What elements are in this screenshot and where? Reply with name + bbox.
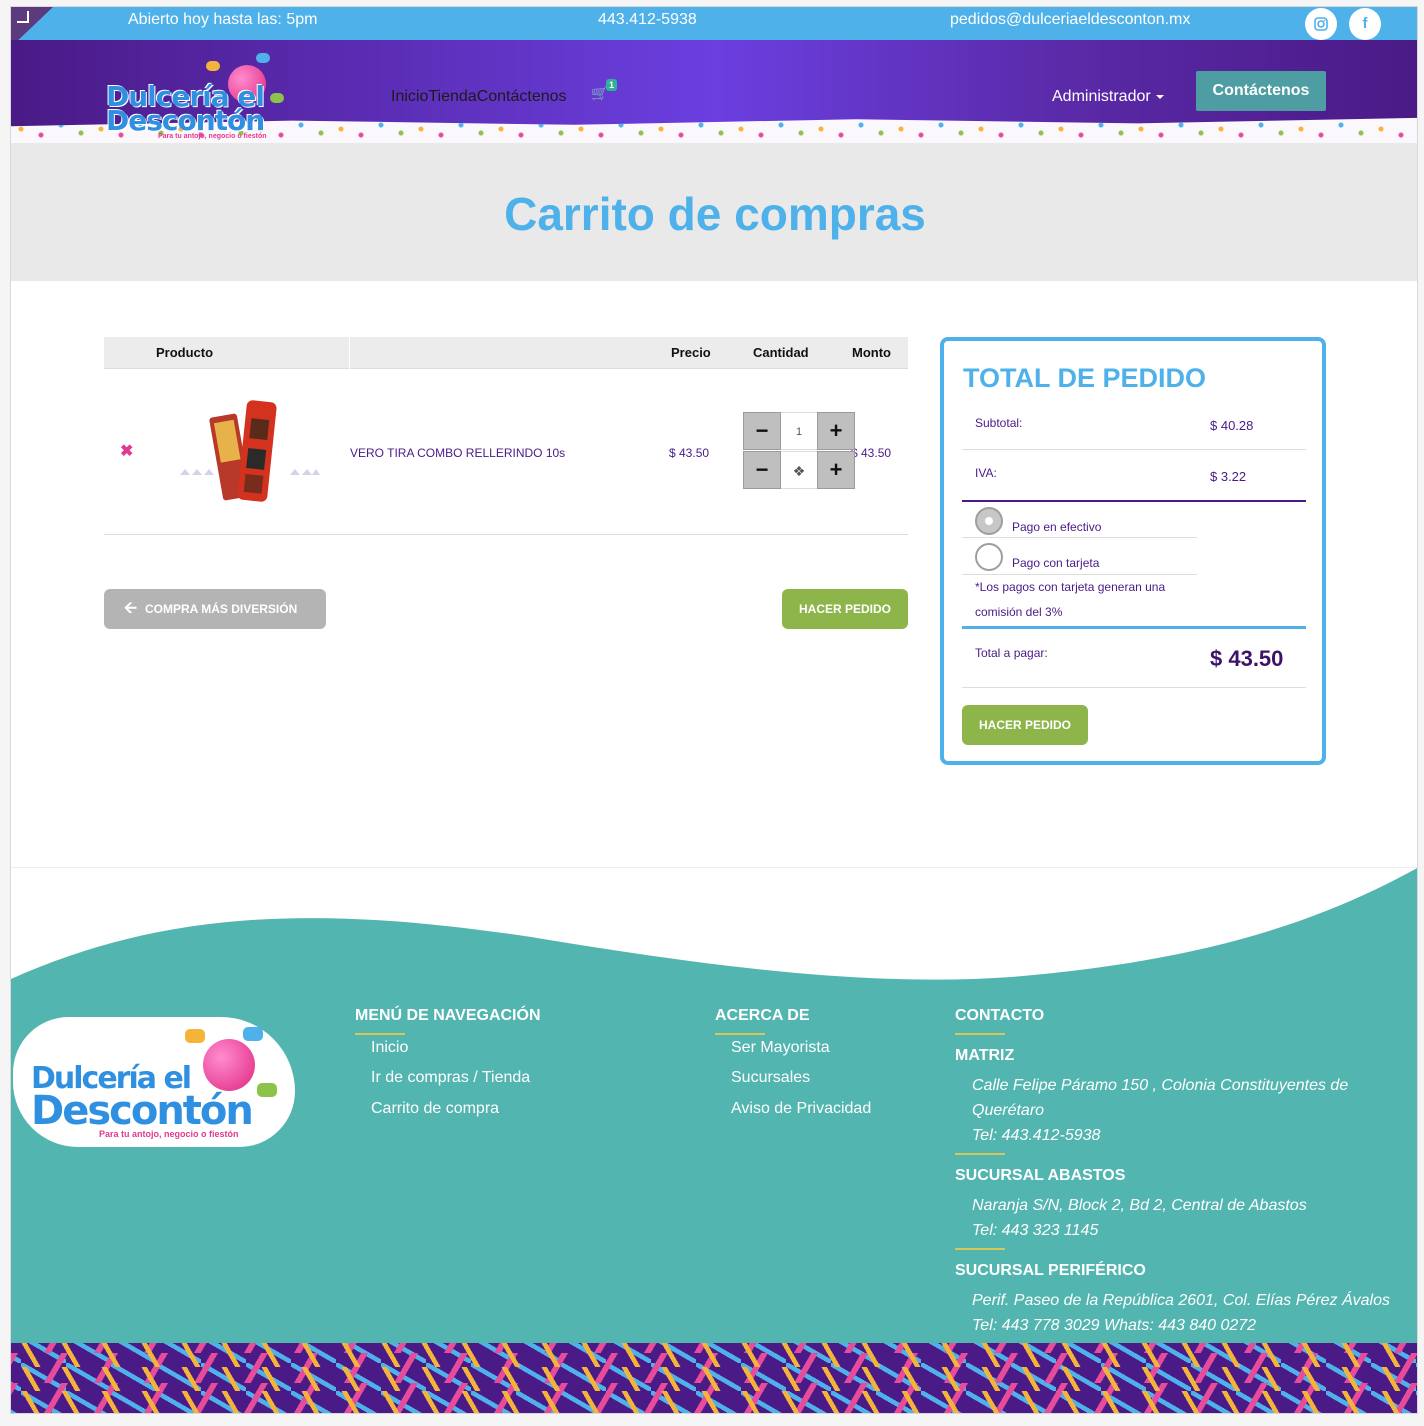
decrease-button[interactable]: − xyxy=(743,451,781,489)
col-product: Producto xyxy=(156,345,214,360)
radio-cash[interactable] xyxy=(975,507,1003,535)
site-logo[interactable]: Dulcería el Descontón Para tu antojo, neg… xyxy=(106,45,286,141)
decrease-button[interactable]: − xyxy=(743,412,781,450)
divider xyxy=(962,449,1306,450)
branch-name: SUCURSAL ABASTOS xyxy=(955,1167,1126,1184)
summary-title: TOTAL DE PEDIDO xyxy=(963,363,1207,393)
header-email[interactable]: pedidos@dulceriaeldesconton.mx xyxy=(950,11,1190,29)
title-underline xyxy=(355,1033,405,1035)
branch-phone: Tel: 443.412-5938 xyxy=(972,1127,1101,1144)
site-footer: Dulcería el Descontón Para tu antojo, neg… xyxy=(11,867,1417,1343)
radio-card[interactable] xyxy=(975,543,1003,571)
continue-shopping-button[interactable]: 🡨 COMPRA MÁS DIVERSIÓN xyxy=(104,589,326,629)
footer-logo-wordmark: Dulcería el Descontón xyxy=(31,1061,254,1134)
product-price: $ 43.50 xyxy=(669,446,710,460)
page-title: Carrito de compras xyxy=(504,188,926,240)
admin-dropdown[interactable]: Administrador xyxy=(1052,88,1164,106)
summary-place-order-button[interactable]: HACER PEDIDO xyxy=(962,705,1088,745)
candy-icon xyxy=(185,1029,205,1043)
place-order-button[interactable]: HACER PEDIDO xyxy=(782,589,908,629)
iva-value: $ 3.22 xyxy=(1210,469,1247,484)
subtotal-value: $ 40.28 xyxy=(1210,418,1254,433)
corner-icon xyxy=(17,11,29,23)
total-value: $ 43.50 xyxy=(1210,646,1284,671)
divider xyxy=(962,687,1306,688)
candy-icon xyxy=(270,93,284,103)
opening-hours: Abierto hoy hasta las: 5pm xyxy=(128,11,318,28)
divider xyxy=(962,626,1306,629)
footer-link-tienda[interactable]: Ir de compras / Tienda xyxy=(371,1069,530,1087)
quantity-input[interactable]: 1 xyxy=(781,412,817,450)
title-underline xyxy=(955,1033,1005,1035)
radio-cash-label[interactable]: Pago en efectivo xyxy=(1012,520,1101,534)
footer-logo[interactable]: Dulcería el Descontón Para tu antojo, neg… xyxy=(13,997,295,1147)
radio-card-label[interactable]: Pago con tarjeta xyxy=(1012,556,1099,570)
footer-link-mayorista[interactable]: Ser Mayorista xyxy=(731,1039,830,1057)
cart-count-badge: 1 xyxy=(606,79,618,91)
quantity-stepper: − 1 + − ❖ + xyxy=(743,412,855,492)
footer-about-title: ACERCA DE xyxy=(715,1007,810,1024)
divider xyxy=(962,537,1197,538)
iva-label: IVA: xyxy=(975,466,997,480)
logo-tagline: Para tu antojo, negocio o fiestón xyxy=(158,133,267,140)
column-divider xyxy=(349,337,350,369)
footer-nav-title: MENÚ DE NAVEGACIÓN xyxy=(355,1007,541,1024)
sprinkles-footer-band xyxy=(11,1343,1417,1413)
footer-link-privacidad[interactable]: Aviso de Privacidad xyxy=(731,1100,871,1118)
header-phone[interactable]: 443.412-5938 xyxy=(598,11,697,29)
branch-phone: Tel: 443 778 3029 Whats: 443 840 0272 xyxy=(972,1317,1257,1334)
footer-link-inicio[interactable]: Inicio xyxy=(371,1039,408,1057)
nav-link-tienda[interactable]: Tienda xyxy=(428,88,476,106)
branch-address: Naranja S/N, Block 2, Bd 2, Central de A… xyxy=(972,1197,1307,1239)
dropbox-icon: ❖ xyxy=(781,451,817,489)
admin-label: Administrador xyxy=(1052,88,1151,105)
branch-phone: Tel: 443 323 1145 xyxy=(972,1222,1099,1239)
caret-down-icon xyxy=(1155,94,1164,99)
remove-item-icon[interactable]: ✖ xyxy=(120,441,133,461)
facebook-icon[interactable]: f xyxy=(1349,8,1381,40)
cart-table-header: Producto Precio Cantidad Monto xyxy=(104,337,908,369)
col-price: Precio xyxy=(671,345,711,360)
branch-name: MATRIZ xyxy=(955,1047,1015,1064)
top-info-bar: Abierto hoy hasta las: 5pm 443.412-5938 … xyxy=(11,7,1417,47)
title-underline xyxy=(955,1248,1005,1250)
candy-icon xyxy=(257,1083,277,1097)
arrow-left-icon: 🡨 xyxy=(124,600,137,617)
divider xyxy=(962,500,1306,502)
footer-link-sucursales[interactable]: Sucursales xyxy=(731,1069,810,1087)
logo-wordmark: Dulcería el Descontón xyxy=(106,80,265,137)
branch-name: SUCURSAL PERIFÉRICO xyxy=(955,1262,1146,1279)
nav-link-inicio[interactable]: Inicio xyxy=(391,88,428,106)
product-image[interactable] xyxy=(180,399,320,503)
candy-icon xyxy=(206,61,220,71)
title-underline xyxy=(715,1033,765,1035)
candy-icon xyxy=(256,53,270,63)
title-band: Carrito de compras xyxy=(11,143,1417,281)
instagram-icon[interactable] xyxy=(1305,8,1337,40)
increase-button[interactable]: + xyxy=(817,412,855,450)
product-amount: $ 43.50 xyxy=(851,446,892,460)
candy-icon xyxy=(243,1027,263,1041)
nav-links: Inicio Tienda Contáctenos xyxy=(391,88,567,106)
footer-link-carrito[interactable]: Carrito de compra xyxy=(371,1100,499,1118)
branch-address: Calle Felipe Páramo 150 , Colonia Consti… xyxy=(972,1077,1349,1144)
card-fee-note: *Los pagos con tarjeta generan una comis… xyxy=(975,580,1166,619)
total-label: Total a pagar: xyxy=(975,646,1048,660)
footer-contact-title: CONTACTO xyxy=(955,1007,1045,1024)
col-quantity: Cantidad xyxy=(753,345,809,360)
page-frame: Abierto hoy hasta las: 5pm 443.412-5938 … xyxy=(10,6,1418,1414)
nav-link-contactenos[interactable]: Contáctenos xyxy=(477,88,567,106)
title-underline xyxy=(955,1153,1005,1155)
product-name[interactable]: VERO TIRA COMBO RELLERINDO 10s xyxy=(350,446,565,460)
col-amount: Monto xyxy=(852,345,891,360)
increase-button[interactable]: + xyxy=(817,451,855,489)
footer-logo-tagline: Para tu antojo, negocio o fiestón xyxy=(99,1129,239,1139)
table-row: ✖ VERO TIRA COMBO RELLERINDO 10s $ 43.50… xyxy=(104,369,908,535)
branch-address: Perif. Paseo de la República 2601, Col. … xyxy=(972,1292,1391,1334)
order-summary-card: TOTAL DE PEDIDO Subtotal: $ 40.28 IVA: $… xyxy=(940,337,1326,765)
contact-button[interactable]: Contáctenos xyxy=(1196,71,1326,111)
subtotal-label: Subtotal: xyxy=(975,416,1023,430)
